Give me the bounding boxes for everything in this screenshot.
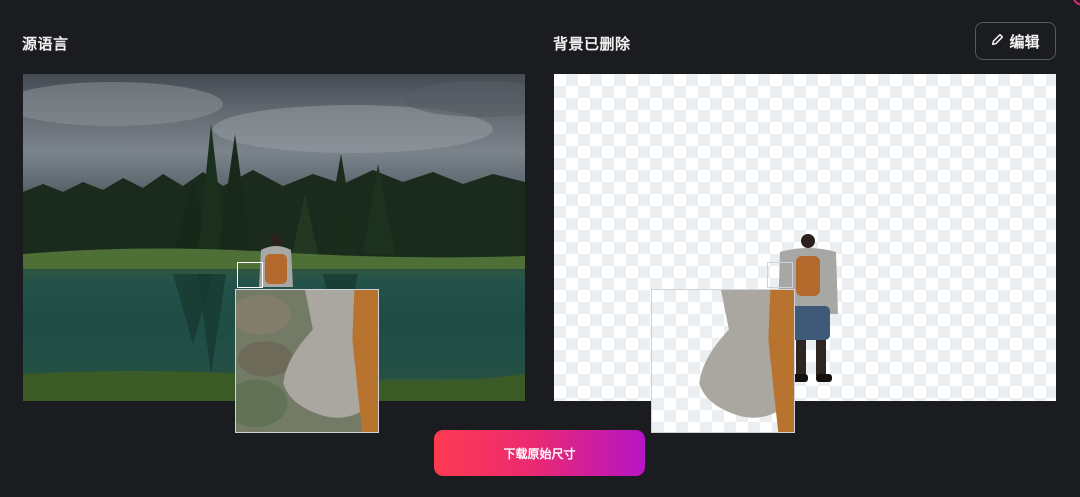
pencil-icon [991, 33, 1004, 50]
corner-decoration [1072, 0, 1080, 6]
edit-button-label: 编辑 [1009, 33, 1040, 51]
edit-button[interactable]: 编辑 [975, 22, 1056, 60]
result-zoom-indicator [767, 262, 793, 288]
result-magnifier [651, 289, 795, 433]
source-magnifier [235, 289, 379, 433]
background-removed-result [554, 74, 1056, 401]
download-original-size-button[interactable]: 下载原始尺寸 [434, 430, 645, 476]
background-remover-page: 源语言 背景已删除 编辑 下载原始尺寸 [0, 0, 1080, 497]
source-image-label: 源语言 [22, 35, 69, 53]
source-zoom-indicator [237, 262, 263, 288]
result-image-label: 背景已删除 [553, 35, 631, 53]
